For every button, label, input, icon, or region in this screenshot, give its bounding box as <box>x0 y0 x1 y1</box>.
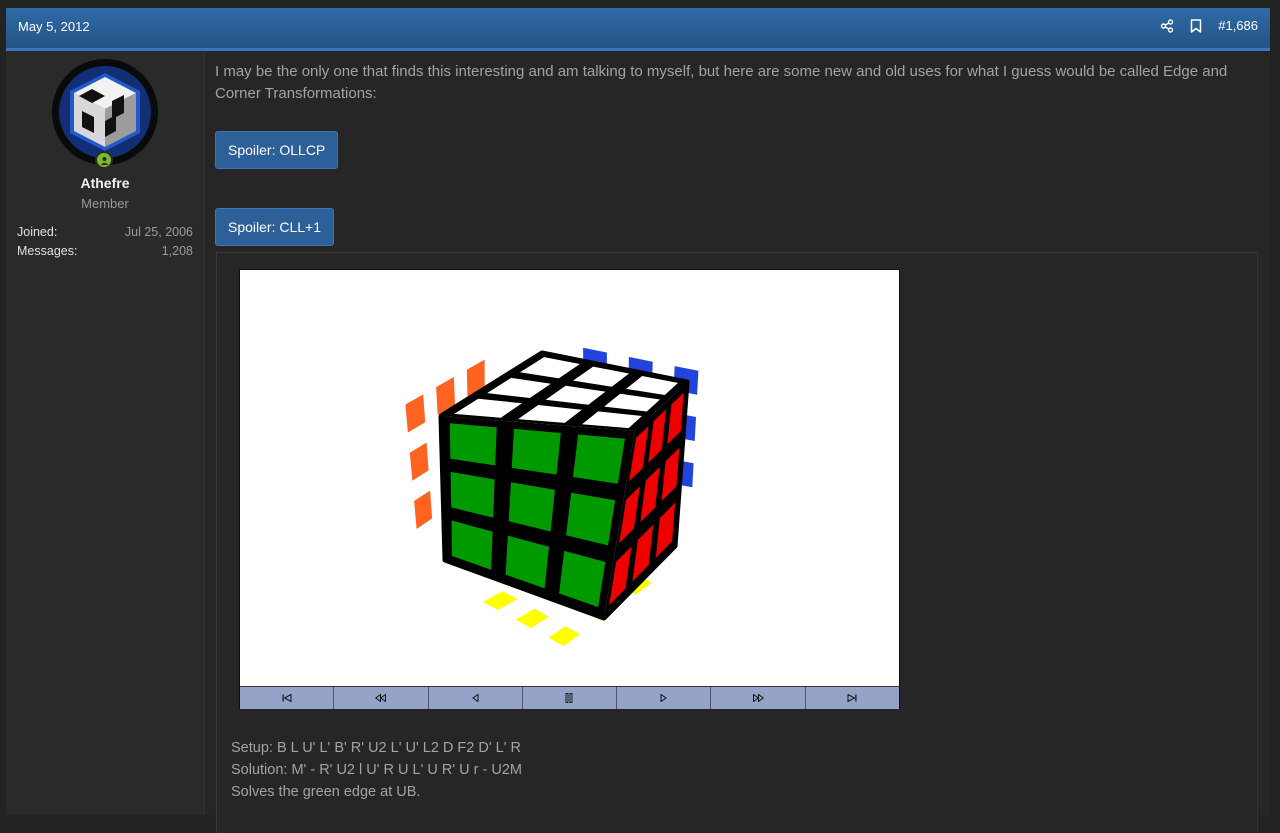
cube-viewer[interactable] <box>239 269 900 709</box>
message-text: I may be the only one that finds this in… <box>215 63 1228 102</box>
post-date[interactable]: May 5, 2012 <box>18 19 90 34</box>
note-line: Solves the green edge at UB. <box>231 784 421 800</box>
play-back-icon[interactable] <box>429 687 523 709</box>
username[interactable]: Athefre <box>6 175 204 191</box>
step-forward-icon[interactable] <box>711 687 806 709</box>
solution-line: Solution: M' - R' U2 l U' R U L' U R' U … <box>231 762 522 778</box>
post-number[interactable]: #1,686 <box>1218 18 1258 33</box>
cube-front-sticker <box>573 434 625 484</box>
cube-front-sticker <box>449 423 497 466</box>
ghost-left-sticker <box>405 394 426 433</box>
stat-messages: Messages: 1,208 <box>17 244 193 258</box>
post-header: May 5, 2012 #1,686 <box>6 8 1270 51</box>
play-icon[interactable] <box>617 687 712 709</box>
stat-label: Joined: <box>17 225 58 239</box>
stat-value: Jul 25, 2006 <box>124 225 193 239</box>
avatar[interactable] <box>52 59 158 165</box>
ghost-left-sticker <box>409 442 429 481</box>
bookmark-icon[interactable] <box>1187 17 1204 34</box>
stat-joined: Joined: Jul 25, 2006 <box>17 225 193 239</box>
pause-icon[interactable] <box>523 687 618 709</box>
viewer-controls <box>240 686 899 709</box>
share-icon[interactable] <box>1158 17 1175 34</box>
step-back-icon[interactable] <box>334 687 429 709</box>
post: May 5, 2012 #1,686 Athefre Member Joined… <box>6 8 1270 833</box>
cube-front-sticker <box>511 428 561 475</box>
spoiler-button-cll1[interactable]: Spoiler: CLL+1 <box>215 208 335 246</box>
ghost-bottom-sticker <box>548 626 581 647</box>
online-status-icon <box>95 151 113 169</box>
ghost-left-sticker <box>414 490 433 529</box>
ghost-bottom-sticker <box>482 591 518 610</box>
spoiler-button-ollcp[interactable]: Spoiler: OLLCP <box>215 131 339 169</box>
spoiler-text: Setup: B L U' L' B' R' U2 L' U' L2 D F2 … <box>231 737 522 803</box>
ghost-bottom-sticker <box>515 608 549 629</box>
stat-label: Messages: <box>17 244 78 258</box>
rewind-icon[interactable] <box>240 687 335 709</box>
setup-line: Setup: B L U' L' B' R' U2 L' U' L2 D F2 … <box>231 740 521 756</box>
user-sidebar: Athefre Member Joined: Jul 25, 2006 Mess… <box>6 51 205 815</box>
cube-render[interactable] <box>240 270 899 686</box>
user-title: Member <box>81 196 129 211</box>
spoiler-content: Setup: B L U' L' B' R' U2 L' U' L2 D F2 … <box>216 252 1258 833</box>
cube-body <box>438 350 690 621</box>
stat-value: 1,208 <box>161 244 193 258</box>
fast-forward-icon[interactable] <box>806 687 899 709</box>
